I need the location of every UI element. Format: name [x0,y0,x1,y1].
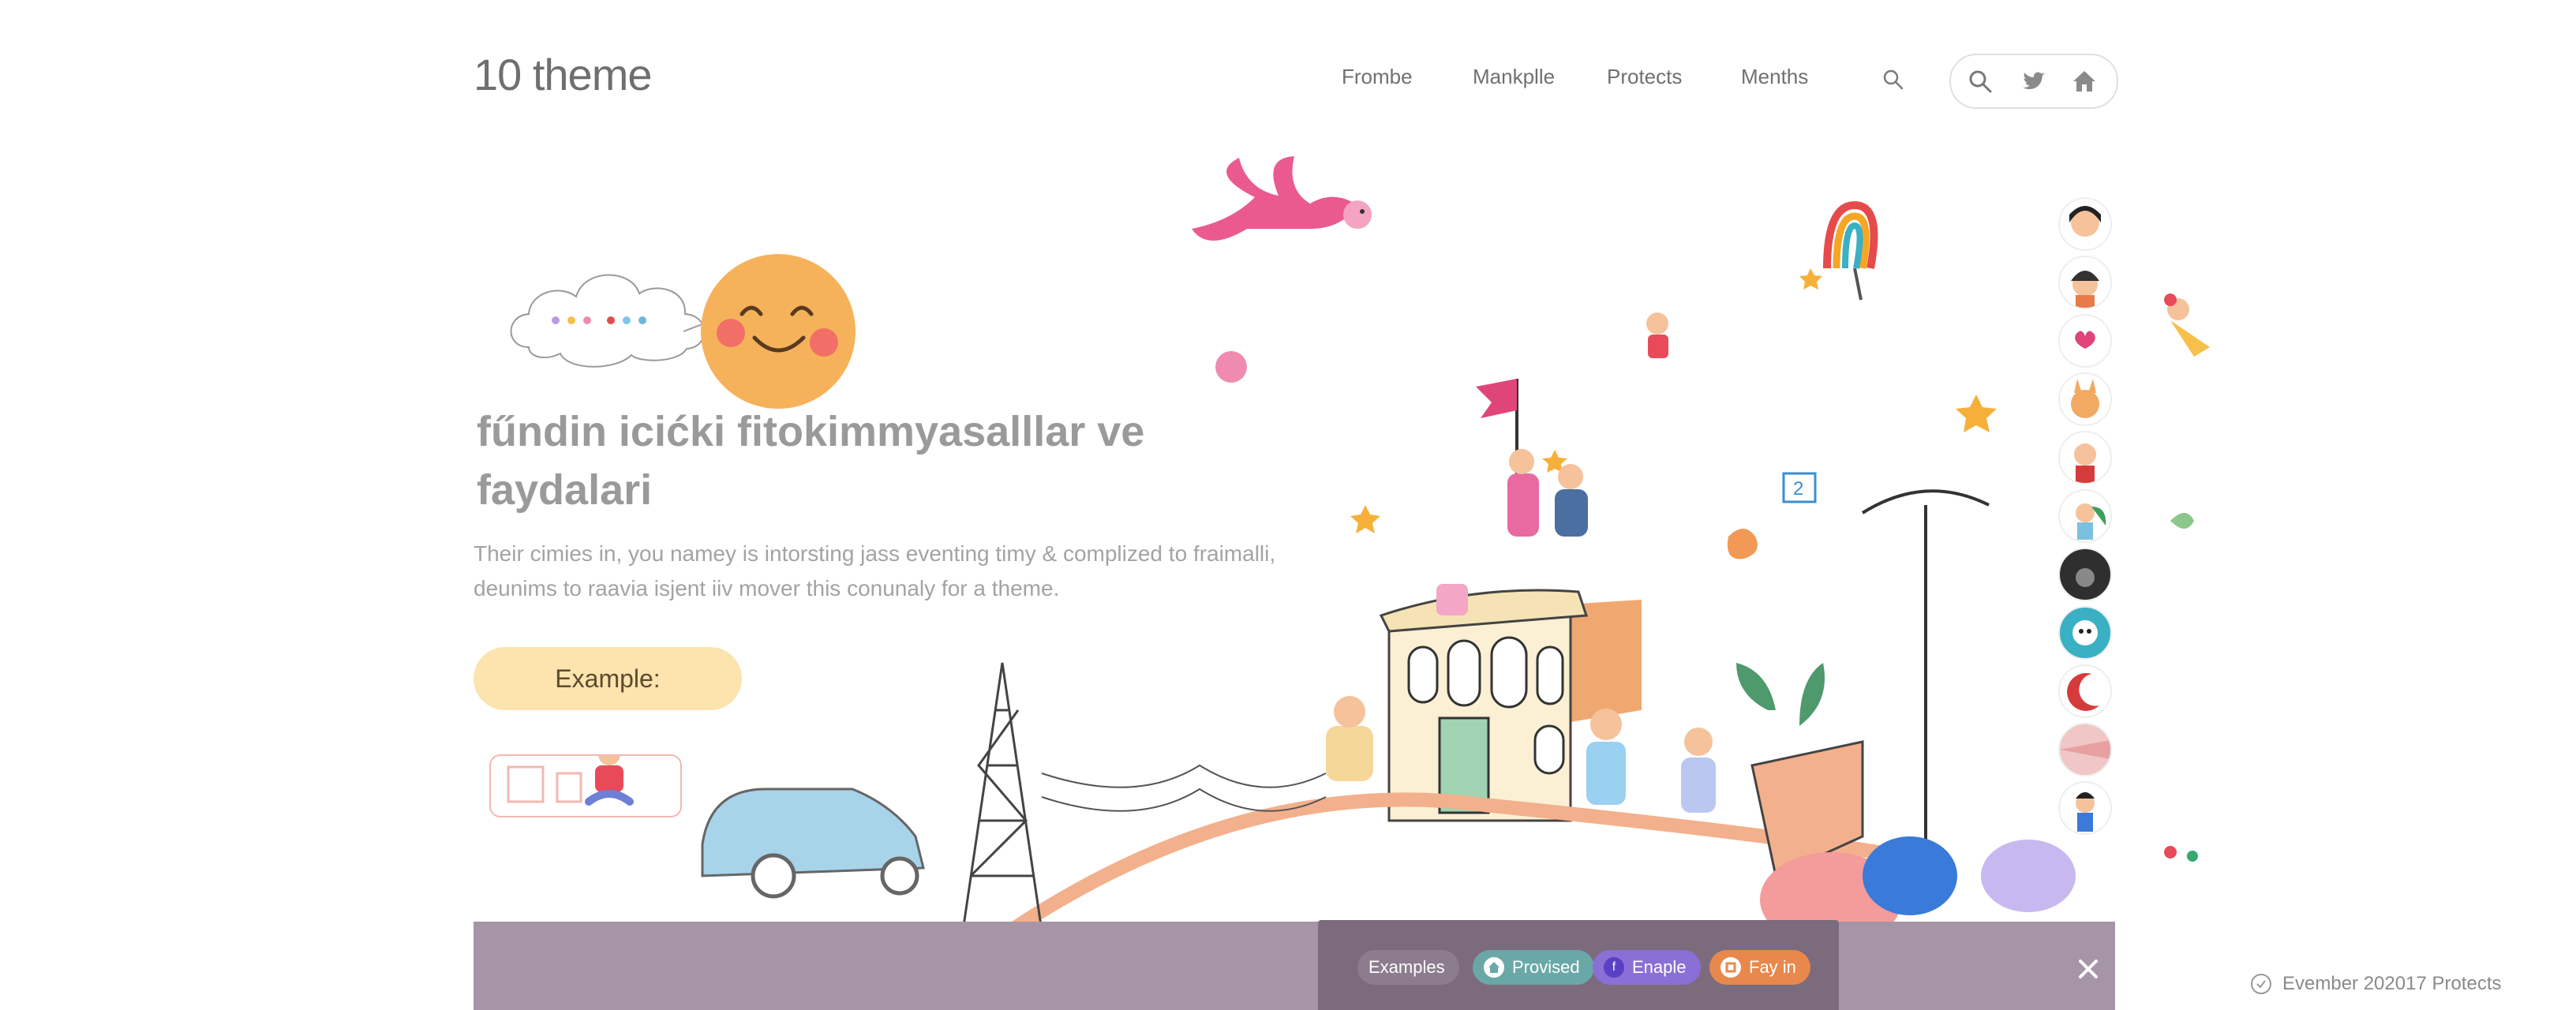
stars-illustration [1350,268,1997,533]
avatar-illustration [2076,792,2095,832]
avatar-illustration [2074,443,2096,483]
bottom-banner [474,922,2115,1010]
chip-examples[interactable]: Examples [1357,950,1459,985]
chip-label: Examples [1368,957,1445,977]
avatar-illustration [2060,740,2110,759]
avatar[interactable] [2058,548,2112,601]
avatar-illustration [2076,568,2095,587]
avatar-illustration [2071,379,2099,418]
flying-girl-illustration [2164,294,2210,357]
rainbow-balloon-illustration [1823,200,1878,301]
chip-enaple[interactable]: f Enaple [1593,950,1701,985]
flag-number-label: 2 [1793,478,1803,499]
people-illustration [1436,379,1588,615]
nav-item-frombe[interactable]: Frombe [1342,65,1413,89]
chip-label: Fay in [1749,957,1796,977]
search-icon[interactable] [1967,68,1994,95]
avatar[interactable] [2058,664,2112,718]
example-card-illustration [507,756,634,806]
avatar[interactable] [2058,256,2112,309]
avatar-illustration [2076,503,2106,540]
facebook-icon: f [1604,957,1624,978]
avatar-illustration [2069,206,2101,237]
pink-bird-illustration [1192,156,1372,241]
footer-note-text: Evember 202017 Protects [2282,973,2502,994]
tower-illustration [961,662,1043,931]
avatar[interactable] [2058,606,2112,660]
avatar[interactable] [2058,489,2112,543]
chip-label: Provised [1512,957,1580,977]
social-icon-group [1949,54,2118,109]
home-icon[interactable] [2071,68,2098,95]
avatar-illustration [2072,620,2098,645]
avatar-illustration [2071,271,2099,308]
example-card[interactable] [489,754,682,817]
avatar[interactable] [2058,197,2112,251]
lamp-illustration [1861,489,1990,852]
refresh-icon [2251,974,2271,994]
home-icon [1484,957,1504,978]
search-icon[interactable] [1881,68,1905,92]
chip-fay-in[interactable]: Fay in [1709,950,1810,985]
cookie-panel: Examples Provised f Enaple Fay in [1318,920,1839,1010]
avatar[interactable] [2058,431,2112,484]
twitter-icon[interactable] [2020,68,2047,95]
site-logo[interactable]: 10 theme [474,49,652,100]
close-icon[interactable] [2077,958,2099,980]
nav-item-protects[interactable]: Protects [1607,65,1682,89]
car-illustration [701,787,925,899]
town-illustration: 2 [701,156,2210,931]
avatar[interactable] [2058,314,2112,368]
square-icon [1720,957,1741,978]
avatar[interactable] [2058,781,2112,835]
chip-provised[interactable]: Provised [1473,950,1594,985]
moon-icon [2067,672,2099,711]
nav-item-mankplle[interactable]: Mankplle [1473,65,1555,89]
footer-note: Evember 202017 Protects [2249,972,2502,996]
heart-icon [2075,331,2095,349]
avatar[interactable] [2058,723,2112,776]
chip-label: Enaple [1632,957,1687,977]
avatar[interactable] [2058,372,2112,426]
nav-item-menths[interactable]: Menths [1741,65,1808,89]
